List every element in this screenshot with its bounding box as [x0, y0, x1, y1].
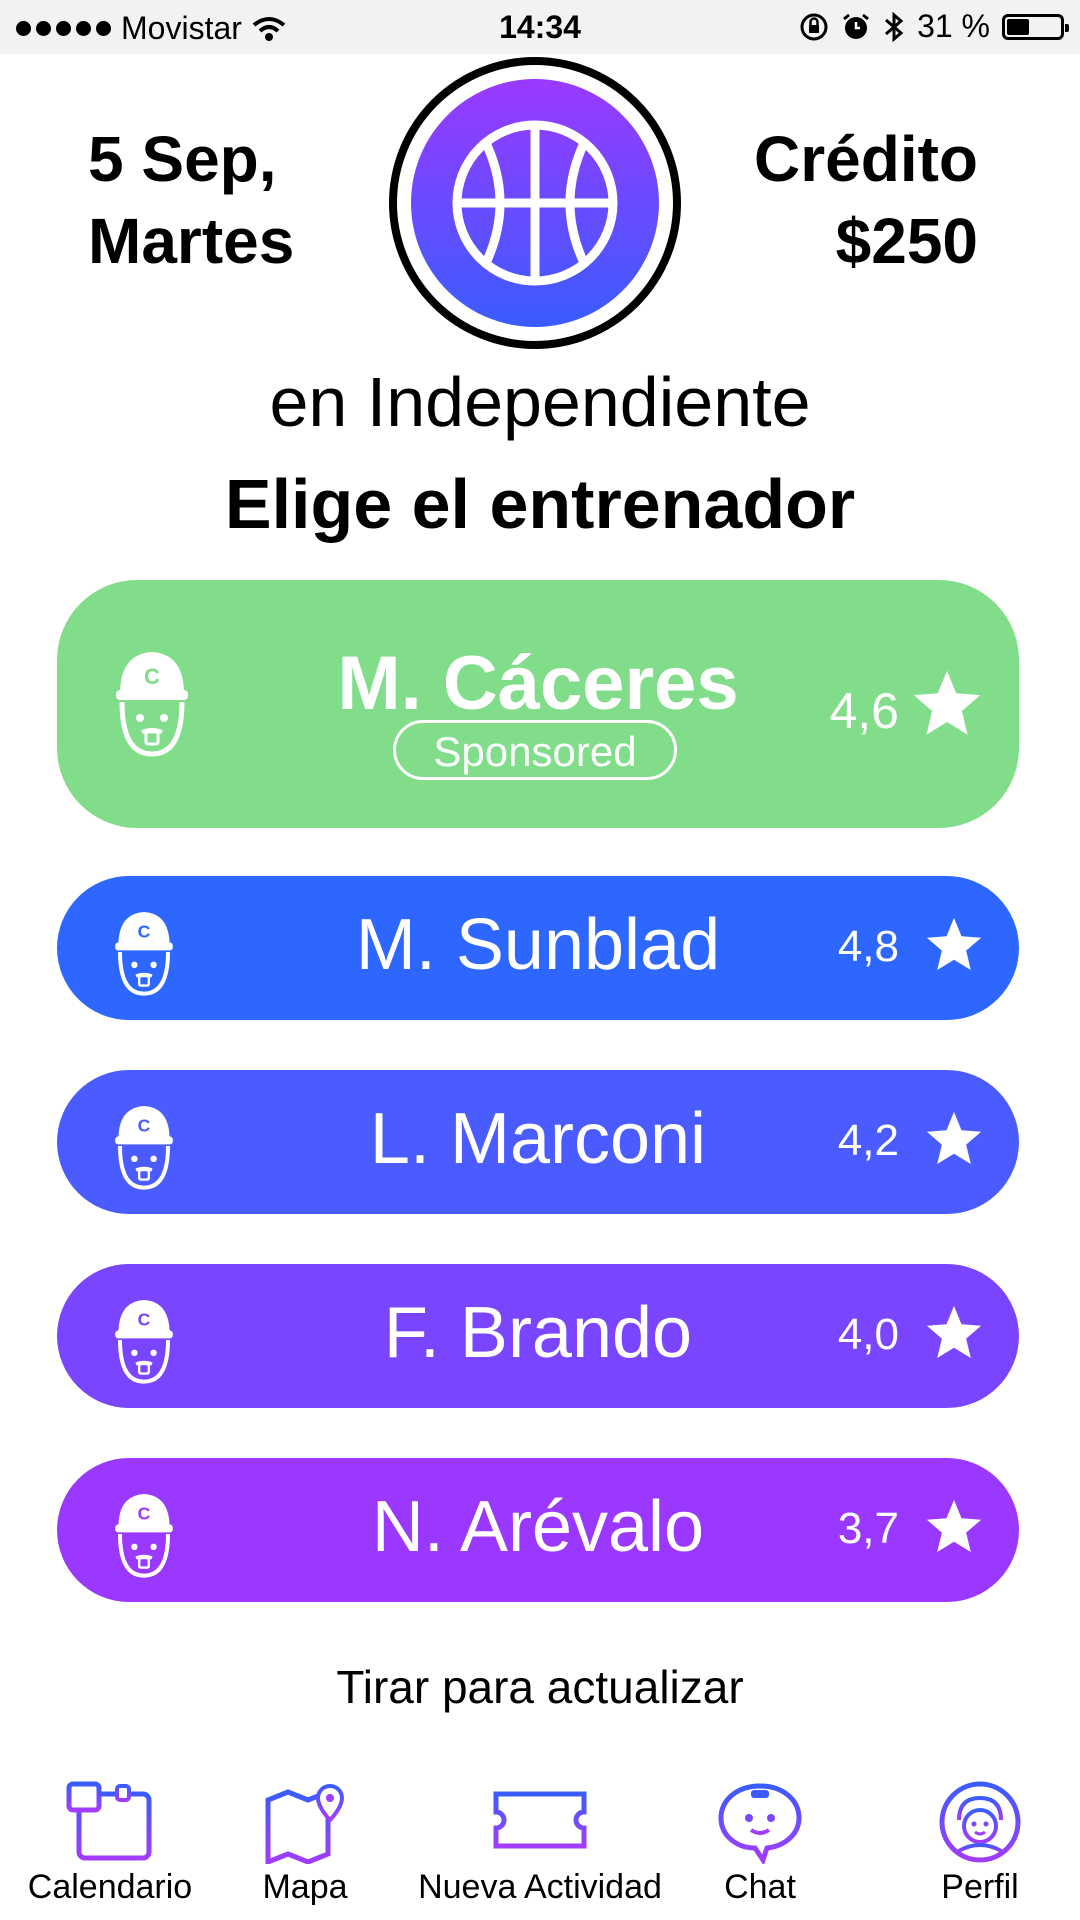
battery-percent: 31 %: [917, 8, 990, 44]
sponsored-badge: Sponsored: [393, 720, 677, 780]
alarm-icon: [843, 13, 869, 39]
battery-icon: [1002, 13, 1069, 40]
date-weekday: Martes: [88, 205, 295, 277]
coach-rating: 3,7: [837, 1504, 899, 1553]
tab-calendario[interactable]: Calendario: [20, 1780, 200, 1907]
tab-nueva-actividad[interactable]: Nueva Actividad: [410, 1780, 670, 1907]
coach-card[interactable]: C N. Arévalo 3,7: [57, 1458, 1019, 1602]
credit-label: Crédito: [754, 123, 978, 195]
coach-card[interactable]: C L. Marconi 4,2: [57, 1070, 1019, 1214]
status-indicators: 31 %: [799, 8, 1069, 45]
star-icon: [926, 1499, 982, 1553]
pull-to-refresh-hint: Tirar para actualizar: [336, 1661, 744, 1713]
status-bar: Movistar 14:34 31 %: [0, 0, 1080, 54]
credit-value: $250: [835, 205, 978, 277]
coach-rating: 4,2: [837, 1116, 899, 1165]
date-day: 5 Sep,: [88, 123, 277, 195]
calendar-icon: [66, 1781, 152, 1861]
tab-label: Nueva Actividad: [418, 1868, 662, 1906]
page-title: Elige el entrenador: [224, 465, 856, 543]
basketball-icon: [452, 120, 618, 286]
bluetooth-icon: [885, 11, 904, 42]
venue-label: en Independiente: [269, 363, 811, 441]
credit-balance: Crédito $250: [754, 118, 978, 282]
star-icon: [926, 1111, 982, 1165]
coach-rating: 4,8: [837, 922, 899, 971]
coach-rating: 4,0: [837, 1310, 899, 1359]
star-icon: [926, 1305, 982, 1359]
tab-bar: Calendario Mapa Nueva Actividad Chat Per…: [0, 1780, 1080, 1920]
tab-label: Calendario: [27, 1868, 193, 1906]
coach-card[interactable]: C F. Brando 4,0: [57, 1264, 1019, 1408]
basketball-badge: [411, 79, 659, 327]
coach-card[interactable]: C M. Sunblad 4,8: [57, 876, 1019, 1020]
tab-mapa[interactable]: Mapa: [245, 1780, 365, 1907]
session-date: 5 Sep, Martes: [88, 118, 294, 282]
star-icon: [926, 917, 982, 971]
tab-label: Perfil: [941, 1868, 1019, 1906]
tab-label: Chat: [724, 1868, 796, 1906]
coach-card-sponsored[interactable]: C M. Cáceres Sponsored 4,6: [57, 580, 1019, 828]
tab-perfil[interactable]: Perfil: [920, 1780, 1040, 1907]
ticket-icon: [493, 1791, 587, 1849]
tab-chat[interactable]: Chat: [700, 1780, 820, 1907]
tab-label: Mapa: [262, 1868, 348, 1906]
rotation-lock-icon: [800, 13, 828, 40]
star-icon: [913, 670, 981, 735]
chat-bubble-icon: [718, 1783, 802, 1864]
map-icon: [265, 1783, 345, 1864]
sport-logo: [389, 57, 681, 349]
coach-rating: 4,6: [829, 683, 899, 739]
profile-icon: [939, 1781, 1021, 1863]
